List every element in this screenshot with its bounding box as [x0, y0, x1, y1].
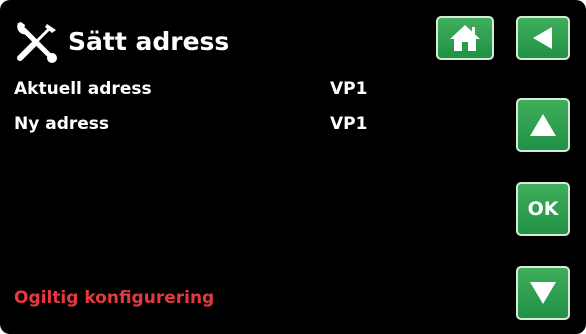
new-address-value[interactable]: VP1 [330, 114, 367, 134]
tools-icon [17, 22, 57, 63]
home-button[interactable] [436, 16, 494, 60]
back-button[interactable] [516, 16, 570, 60]
page-title: Sätt adress [68, 27, 230, 56]
ok-button[interactable]: OK [516, 182, 570, 236]
back-arrow-icon [533, 27, 552, 49]
display-screen: Sätt adress Aktuell adress VP1 Ny adress… [0, 0, 586, 334]
new-address-label: Ny adress [14, 114, 110, 134]
ok-button-label: OK [527, 198, 559, 220]
home-icon [450, 25, 480, 51]
current-address-label: Aktuell adress [14, 79, 152, 99]
up-button[interactable] [516, 98, 570, 152]
arrow-up-icon [530, 114, 556, 136]
arrow-down-icon [530, 282, 556, 304]
current-address-value: VP1 [330, 79, 368, 99]
down-button[interactable] [516, 266, 570, 320]
status-message: Ogiltig konfigurering [14, 288, 215, 308]
